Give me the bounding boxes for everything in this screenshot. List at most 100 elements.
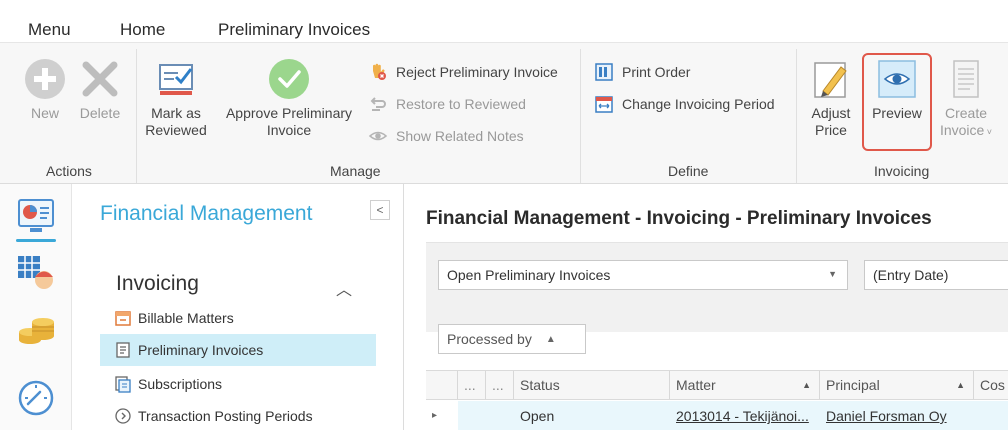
column-header-status[interactable]: Status — [514, 371, 670, 399]
collapse-panel-button[interactable]: < — [370, 200, 390, 220]
invoicing-group-label: Invoicing — [874, 163, 930, 179]
group-by-label: Processed by — [447, 331, 532, 347]
create-label-1: Create — [944, 105, 988, 121]
delete-x-icon — [82, 61, 118, 97]
actions-group-label: Actions — [46, 163, 92, 179]
print-order-icon — [595, 63, 613, 81]
reject-label: Reject Preliminary Invoice — [396, 64, 558, 80]
group-separator — [796, 49, 797, 183]
main-content: Financial Management - Invoicing - Preli… — [404, 184, 1008, 430]
create-label-2: Invoice — [939, 122, 985, 138]
nav-item-transaction-posting-periods[interactable]: Transaction Posting Periods — [100, 400, 376, 430]
table-row[interactable]: ▸ Open 2013014 - Tekijänoi... Daniel For… — [426, 401, 1008, 430]
eye-icon — [368, 131, 388, 141]
column-header-principal-label: Principal — [826, 377, 880, 393]
preview-eye-icon — [878, 60, 916, 98]
show-related-notes-button[interactable]: Show Related Notes — [368, 125, 524, 147]
nav-item-label: Preliminary Invoices — [138, 342, 264, 358]
restore-icon — [370, 97, 386, 111]
cell-principal[interactable]: Daniel Forsman Oy — [820, 401, 974, 430]
tab-preliminary-invoices[interactable]: Preliminary Invoices — [215, 20, 373, 47]
plus-icon — [25, 59, 65, 99]
nav-item-label: Transaction Posting Periods — [138, 408, 313, 424]
contacts-grid-icon[interactable] — [16, 254, 56, 294]
coins-icon[interactable] — [16, 310, 56, 350]
navigation-panel: Financial Management < Invoicing ︿ Billa… — [72, 184, 404, 430]
approve-label-1: Approve Preliminary — [225, 105, 353, 121]
nav-item-subscriptions[interactable]: Subscriptions — [100, 368, 376, 400]
new-button[interactable]: New — [22, 57, 68, 122]
column-header-principal[interactable]: Principal ▲ — [820, 371, 974, 399]
define-group-label: Define — [668, 163, 709, 179]
posting-periods-icon — [115, 408, 131, 424]
group-by-chip[interactable]: Processed by ▲ — [438, 324, 586, 354]
approve-check-icon — [269, 59, 309, 99]
nav-item-billable-matters[interactable]: Billable Matters — [100, 302, 376, 334]
change-period-label: Change Invoicing Period — [622, 96, 775, 112]
preliminary-invoices-icon — [116, 342, 130, 358]
preview-label: Preview — [872, 105, 922, 121]
mark-as-reviewed-button[interactable]: Mark as Reviewed — [140, 57, 212, 139]
row-indicator-header — [426, 371, 458, 399]
group-separator — [580, 49, 581, 183]
row-expand-icon[interactable]: ▸ — [426, 401, 458, 430]
adjust-label-1: Adjust — [811, 105, 851, 121]
chevron-down-icon: ˅ — [984, 127, 993, 137]
approve-preliminary-invoice-button[interactable]: Approve Preliminary Invoice — [218, 57, 360, 139]
sort-up-icon: ▲ — [956, 380, 965, 390]
preview-button[interactable]: Preview — [864, 57, 930, 122]
chevron-left-icon: < — [376, 203, 384, 217]
new-label: New — [30, 105, 59, 121]
create-invoice-button[interactable]: Create Invoice ˅ — [934, 57, 998, 141]
grid-header: ... ... Status Matter ▲ Principal ▲ Cos — [426, 370, 1008, 400]
tab-menu[interactable]: Menu — [28, 20, 71, 40]
column-header-extra-2[interactable]: ... — [486, 371, 514, 399]
mark-reviewed-icon — [159, 64, 193, 95]
print-order-label: Print Order — [622, 64, 691, 80]
cell-status: Open — [520, 408, 555, 424]
column-header-extra-1[interactable]: ... — [458, 371, 486, 399]
pencil-icon — [814, 62, 847, 98]
mark-reviewed-label-2: Reviewed — [145, 122, 207, 138]
nav-item-label: Billable Matters — [138, 310, 234, 326]
mark-reviewed-label-1: Mark as — [151, 105, 201, 121]
rail-active-indicator — [16, 239, 56, 242]
chevron-up-icon[interactable]: ︿ — [336, 276, 352, 300]
column-header-matter-label: Matter — [676, 377, 716, 393]
page-title: Financial Management - Invoicing - Preli… — [426, 208, 932, 229]
restore-label: Restore to Reviewed — [396, 96, 526, 112]
financial-dashboard-icon[interactable] — [16, 196, 56, 236]
speedometer-icon[interactable] — [16, 376, 56, 416]
tab-home[interactable]: Home — [120, 20, 165, 40]
group-separator — [136, 49, 137, 183]
sort-up-icon: ▲ — [802, 380, 811, 390]
show-notes-label: Show Related Notes — [396, 128, 524, 144]
nav-item-label: Subscriptions — [138, 376, 223, 392]
adjust-price-button[interactable]: Adjust Price — [804, 57, 858, 139]
view-filter-value: Open Preliminary Invoices — [447, 267, 611, 283]
restore-to-reviewed-button[interactable]: Restore to Reviewed — [368, 93, 526, 115]
document-icon — [953, 60, 979, 98]
manage-group-label: Manage — [330, 163, 381, 179]
column-header-cost[interactable]: Cos — [974, 371, 1008, 399]
reject-preliminary-invoice-button[interactable]: Reject Preliminary Invoice — [368, 61, 558, 83]
view-filter-select[interactable]: Open Preliminary Invoices ▼ — [438, 260, 848, 290]
subscriptions-icon — [115, 376, 131, 393]
billable-matters-icon — [115, 311, 131, 326]
print-order-button[interactable]: Print Order — [594, 61, 690, 83]
date-filter-select[interactable]: (Entry Date) — [864, 260, 1008, 290]
nav-panel-title: Financial Management — [100, 202, 313, 225]
sort-up-icon: ▲ — [545, 333, 556, 345]
ribbon: New Delete Actions Mark as Reviewed Appr… — [0, 42, 1008, 184]
delete-button[interactable]: Delete — [74, 57, 126, 122]
nav-section-invoicing[interactable]: Invoicing — [116, 272, 199, 296]
module-rail — [0, 184, 72, 430]
nav-item-preliminary-invoices[interactable]: Preliminary Invoices — [100, 334, 376, 366]
cell-matter[interactable]: 2013014 - Tekijänoi... — [670, 401, 820, 430]
adjust-label-2: Price — [815, 122, 847, 138]
change-invoicing-period-button[interactable]: Change Invoicing Period — [594, 93, 775, 115]
delete-label: Delete — [79, 105, 121, 121]
column-header-matter[interactable]: Matter ▲ — [670, 371, 820, 399]
date-filter-value: (Entry Date) — [873, 267, 949, 283]
reject-hand-icon — [373, 63, 386, 80]
